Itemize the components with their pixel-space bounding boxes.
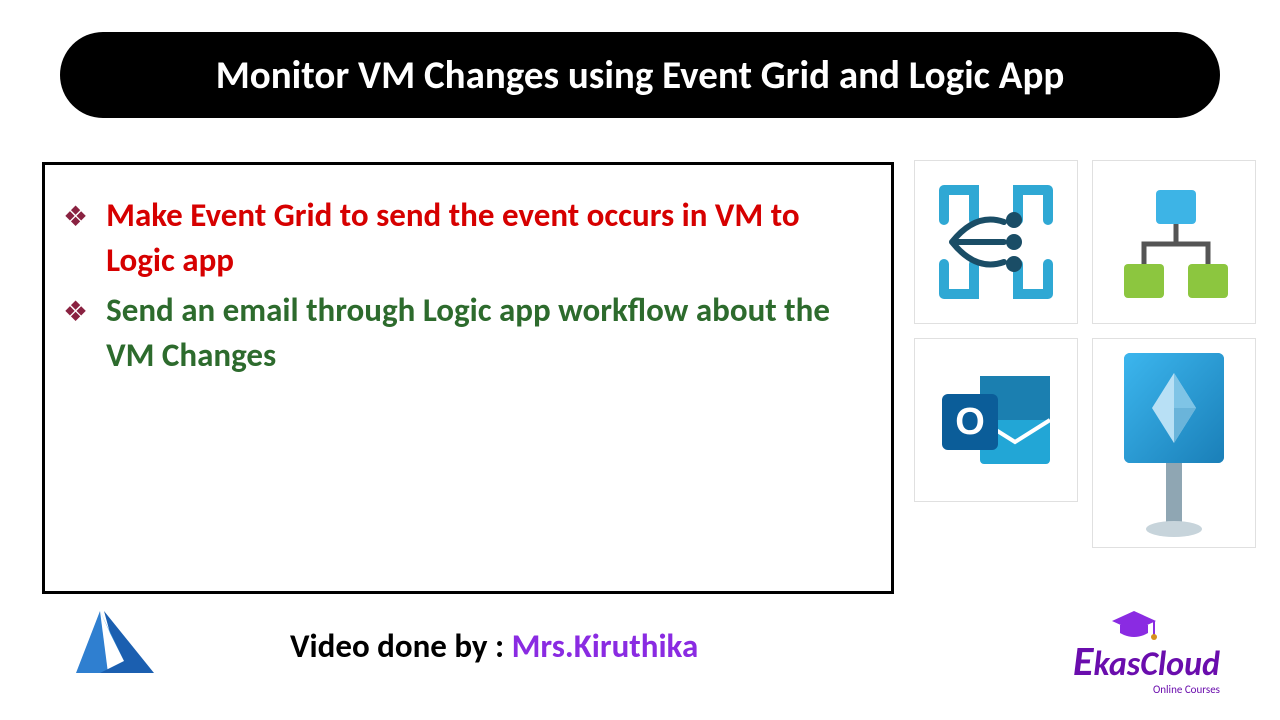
title-banner: Monitor VM Changes using Event Grid and …	[60, 32, 1220, 118]
bullet-item: ❖ Send an email through Logic app workfl…	[63, 288, 873, 377]
azure-icon	[70, 603, 160, 688]
credit-label: Video done by :	[290, 626, 512, 666]
diamond-bullet-icon: ❖	[63, 294, 88, 329]
page-title: Monitor VM Changes using Event Grid and …	[216, 52, 1065, 99]
credit-name: Mrs.Kiruthika	[512, 626, 699, 666]
icon-grid: O	[914, 160, 1260, 548]
event-grid-icon	[914, 160, 1078, 324]
credit-line: Video done by : Mrs.Kiruthika	[290, 626, 698, 666]
ekascloud-logo: EkasCloud Online Courses	[1073, 636, 1220, 696]
svg-text:O: O	[955, 401, 985, 443]
bullet-text-1: Make Event Grid to send the event occurs…	[106, 193, 873, 282]
ekas-prefix: E	[1073, 636, 1094, 687]
bullet-text-2: Send an email through Logic app workflow…	[106, 288, 873, 377]
azure-resource-icon	[1092, 338, 1256, 548]
logic-app-icon	[1092, 160, 1256, 324]
content-panel: ❖ Make Event Grid to send the event occu…	[42, 162, 894, 594]
outlook-icon: O	[914, 338, 1078, 502]
ekas-name: kasCloud	[1093, 644, 1220, 685]
bullet-item: ❖ Make Event Grid to send the event occu…	[63, 193, 873, 282]
diamond-bullet-icon: ❖	[63, 199, 88, 234]
